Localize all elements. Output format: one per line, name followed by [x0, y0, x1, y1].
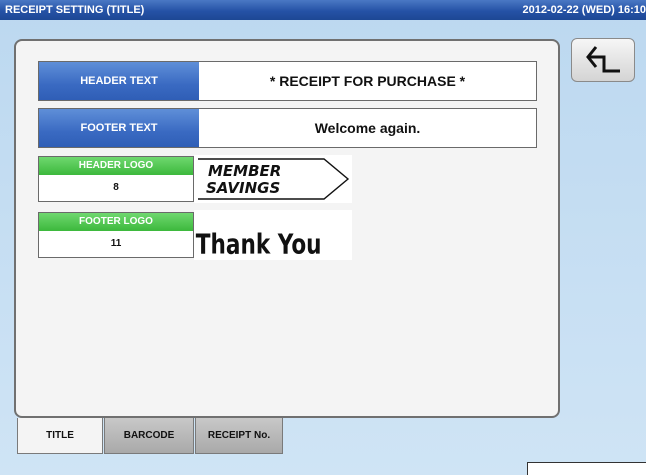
- header-text-label: HEADER TEXT: [39, 62, 199, 100]
- footer-logo-field[interactable]: FOOTER LOGO 11: [38, 212, 194, 258]
- header-logo-field[interactable]: HEADER LOGO 8: [38, 156, 194, 202]
- tab-barcode[interactable]: BARCODE: [104, 418, 194, 454]
- header-text-value[interactable]: * RECEIPT FOR PURCHASE *: [199, 62, 536, 100]
- footer-logo-text: Thank You: [196, 228, 322, 260]
- header-logo-text-1: MEMBER: [208, 162, 281, 180]
- header-logo-label: HEADER LOGO: [39, 157, 193, 175]
- header-text-row[interactable]: HEADER TEXT * RECEIPT FOR PURCHASE *: [38, 61, 537, 101]
- footer-logo-image: Thank You: [194, 210, 352, 260]
- back-button[interactable]: [571, 38, 635, 82]
- footer-text-value[interactable]: Welcome again.: [199, 109, 536, 147]
- date-time: 2012-02-22 (WED) 16:10: [522, 4, 646, 16]
- header-logo-text-2: SAVINGS: [206, 179, 280, 197]
- footer-logo-label: FOOTER LOGO: [39, 213, 193, 231]
- corner-box: [527, 462, 646, 475]
- header-logo-number[interactable]: 8: [39, 175, 193, 201]
- footer-text-row[interactable]: FOOTER TEXT Welcome again.: [38, 108, 537, 148]
- tab-title[interactable]: TITLE: [17, 418, 103, 454]
- tab-receipt-no[interactable]: RECEIPT No.: [195, 418, 283, 454]
- window-title: RECEIPT SETTING (TITLE): [5, 4, 145, 16]
- header-logo-image: MEMBER SAVINGS: [194, 155, 352, 203]
- footer-logo-number[interactable]: 11: [39, 231, 193, 257]
- footer-text-label: FOOTER TEXT: [39, 109, 199, 147]
- return-arrow-icon: [586, 46, 620, 73]
- title-bar: RECEIPT SETTING (TITLE) 2012-02-22 (WED)…: [0, 0, 646, 20]
